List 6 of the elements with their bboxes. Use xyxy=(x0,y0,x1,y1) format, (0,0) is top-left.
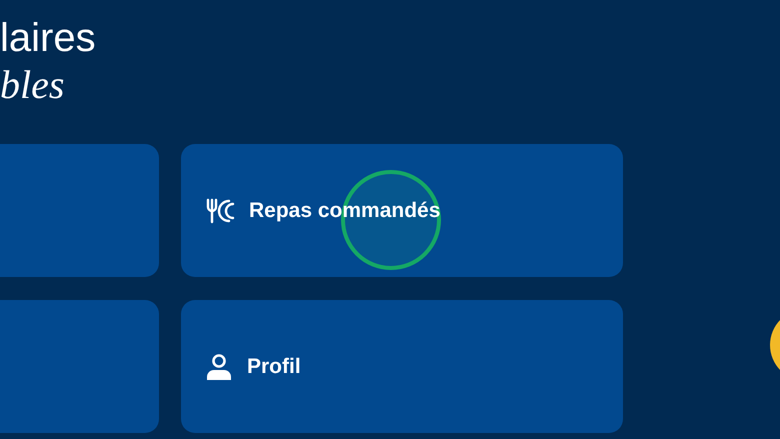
page-title: laires xyxy=(0,15,96,62)
user-icon xyxy=(205,352,233,380)
page-subtitle: bles xyxy=(0,62,64,108)
menu-card[interactable]: Profil xyxy=(181,300,623,433)
fork-crescent-icon xyxy=(205,198,235,224)
menu-card[interactable]: Repas commandés xyxy=(181,144,623,277)
